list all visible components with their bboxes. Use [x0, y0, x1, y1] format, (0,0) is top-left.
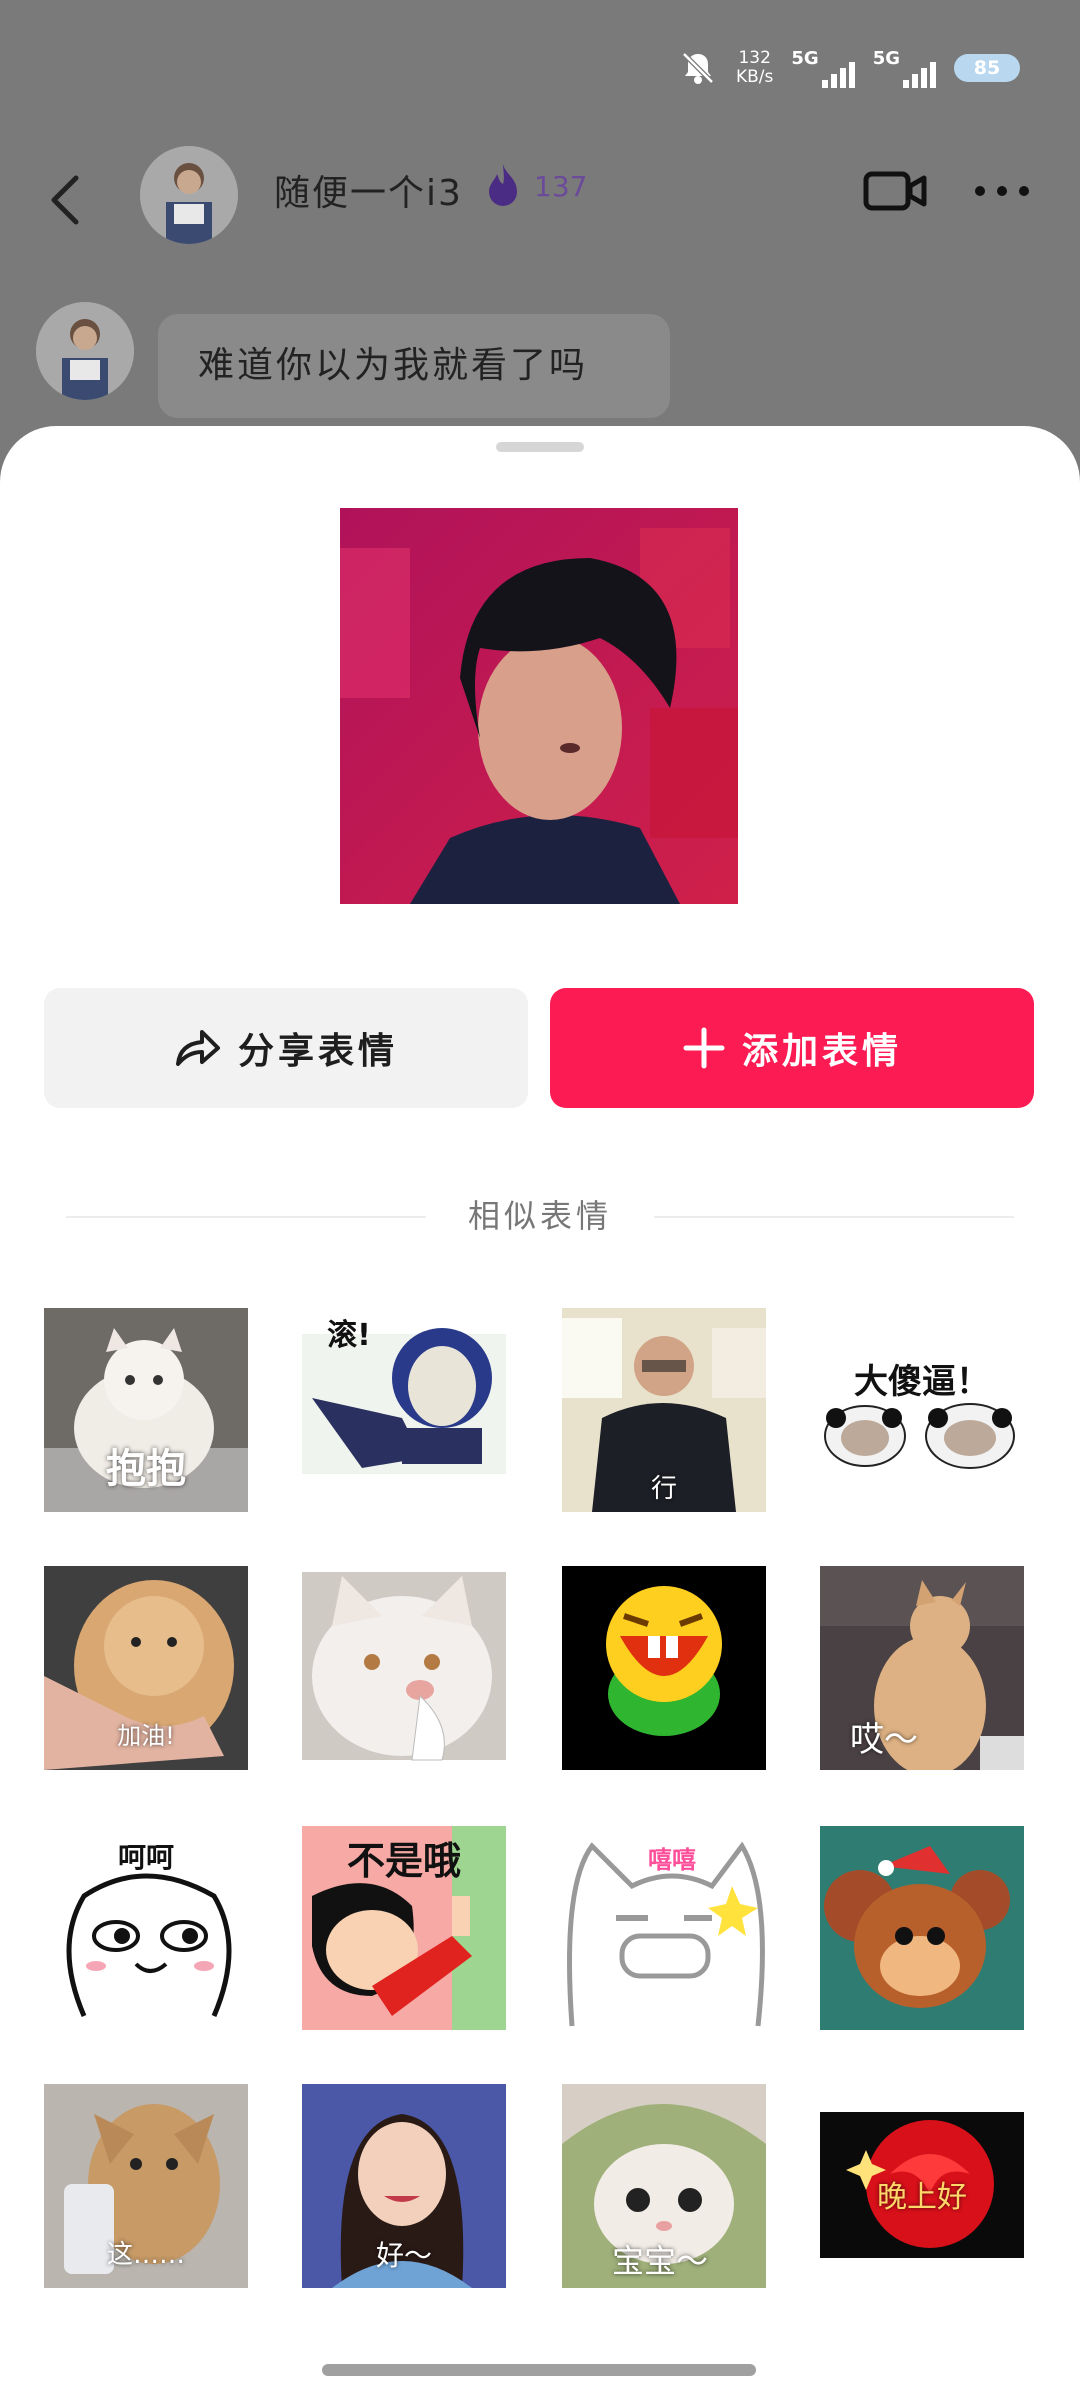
similar-stickers-divider: 相似表情 — [66, 1196, 1014, 1236]
sticker-cat-held[interactable]: 加油! — [44, 1566, 248, 1770]
sticker-caption: 哎～ — [850, 1720, 918, 1760]
signal-bars-icon — [821, 62, 855, 88]
add-button-label: 添加表情 — [741, 1031, 902, 1072]
sticker-caption: 嘻嘻 — [648, 1846, 696, 1874]
sticker-cat-blanket[interactable]: 宝宝～ — [562, 2084, 766, 2288]
sticker-caption: 宝宝～ — [612, 2242, 709, 2280]
sticker-panda-meme[interactable]: 大傻逼！ — [820, 1308, 1024, 1512]
sticker-caption: 这…… — [106, 2240, 185, 2270]
sticker-preview-image — [340, 508, 738, 904]
more-options-icon[interactable] — [972, 176, 1032, 206]
sticker-man-glasses[interactable]: 行 — [562, 1308, 766, 1512]
add-sticker-button[interactable]: 添加表情 — [550, 988, 1034, 1108]
flame-streak-icon — [489, 164, 517, 206]
sticker-grin-cat-drawing[interactable]: 嘻嘻 — [562, 1826, 766, 2030]
sticker-red-rose[interactable]: 晚上好 — [820, 2084, 1024, 2288]
status-bar: 132 KB/s 5G 5G 85 — [0, 0, 1080, 140]
sticker-girl-smile[interactable]: 好～ — [302, 2084, 506, 2288]
sticker-caption: 行 — [650, 1474, 677, 1504]
signal-2: 5G — [873, 48, 936, 88]
message-bubble[interactable]: 难道你以为我就看了吗 — [158, 314, 670, 418]
plus-icon — [683, 1027, 725, 1069]
home-indicator[interactable] — [322, 2364, 756, 2376]
share-sticker-button[interactable]: 分享表情 — [44, 988, 528, 1108]
share-arrow-icon — [175, 1030, 220, 1066]
sticker-crayon-shin[interactable]: 不是哦 — [302, 1826, 506, 2030]
sticker-laughing-emoji[interactable] — [562, 1566, 766, 1770]
video-call-icon[interactable] — [862, 166, 928, 216]
sticker-caption: 不是哦 — [346, 1839, 461, 1883]
sticker-caption: 大傻逼！ — [854, 1362, 990, 1402]
mute-bell-icon — [682, 52, 714, 84]
message-avatar[interactable] — [36, 302, 134, 400]
signal-1: 5G — [791, 48, 855, 88]
back-arrow-icon[interactable] — [44, 170, 88, 230]
similar-stickers-title: 相似表情 — [467, 1197, 612, 1235]
sticker-caption: 滚! — [327, 1318, 371, 1353]
sticker-caption: 加油! — [117, 1722, 175, 1750]
battery-indicator: 85 — [954, 54, 1020, 82]
status-icons: 132 KB/s 5G 5G 85 — [678, 48, 1020, 88]
chat-header: 随便一个i3 137 — [0, 140, 1080, 270]
sticker-caption: 抱抱 — [106, 1446, 186, 1492]
sticker-dog-phone[interactable]: 这…… — [44, 2084, 248, 2288]
share-button-label: 分享表情 — [237, 1031, 398, 1072]
sheet-drag-handle[interactable] — [496, 442, 584, 452]
sticker-orange-cat[interactable]: 哎～ — [820, 1566, 1024, 1770]
sticker-smirk-face[interactable]: 呵呵 — [44, 1826, 248, 2030]
signal-bars-icon — [903, 62, 936, 88]
sticker-caption: 好～ — [375, 2239, 432, 2272]
sticker-cat-hug[interactable]: 抱抱 — [44, 1308, 248, 1512]
sticker-detail-sheet: 分享表情 添加表情 相似表情 抱抱 滚! 行 大傻逼！ 加油! 哎～ 呵呵 不是… — [0, 426, 1080, 2400]
contact-name[interactable]: 随便一个i3 — [274, 164, 463, 216]
sticker-white-cat[interactable] — [302, 1566, 506, 1770]
sticker-cartoon-pointing[interactable]: 滚! — [302, 1308, 506, 1512]
contact-avatar[interactable] — [140, 146, 238, 244]
network-speed: 132 KB/s — [735, 48, 774, 87]
sticker-caption: 晚上好 — [877, 2180, 967, 2215]
sticker-caption: 呵呵 — [117, 1841, 174, 1874]
sticker-jerry-mouse[interactable] — [820, 1826, 1024, 2030]
streak-count: 137 — [534, 170, 588, 203]
